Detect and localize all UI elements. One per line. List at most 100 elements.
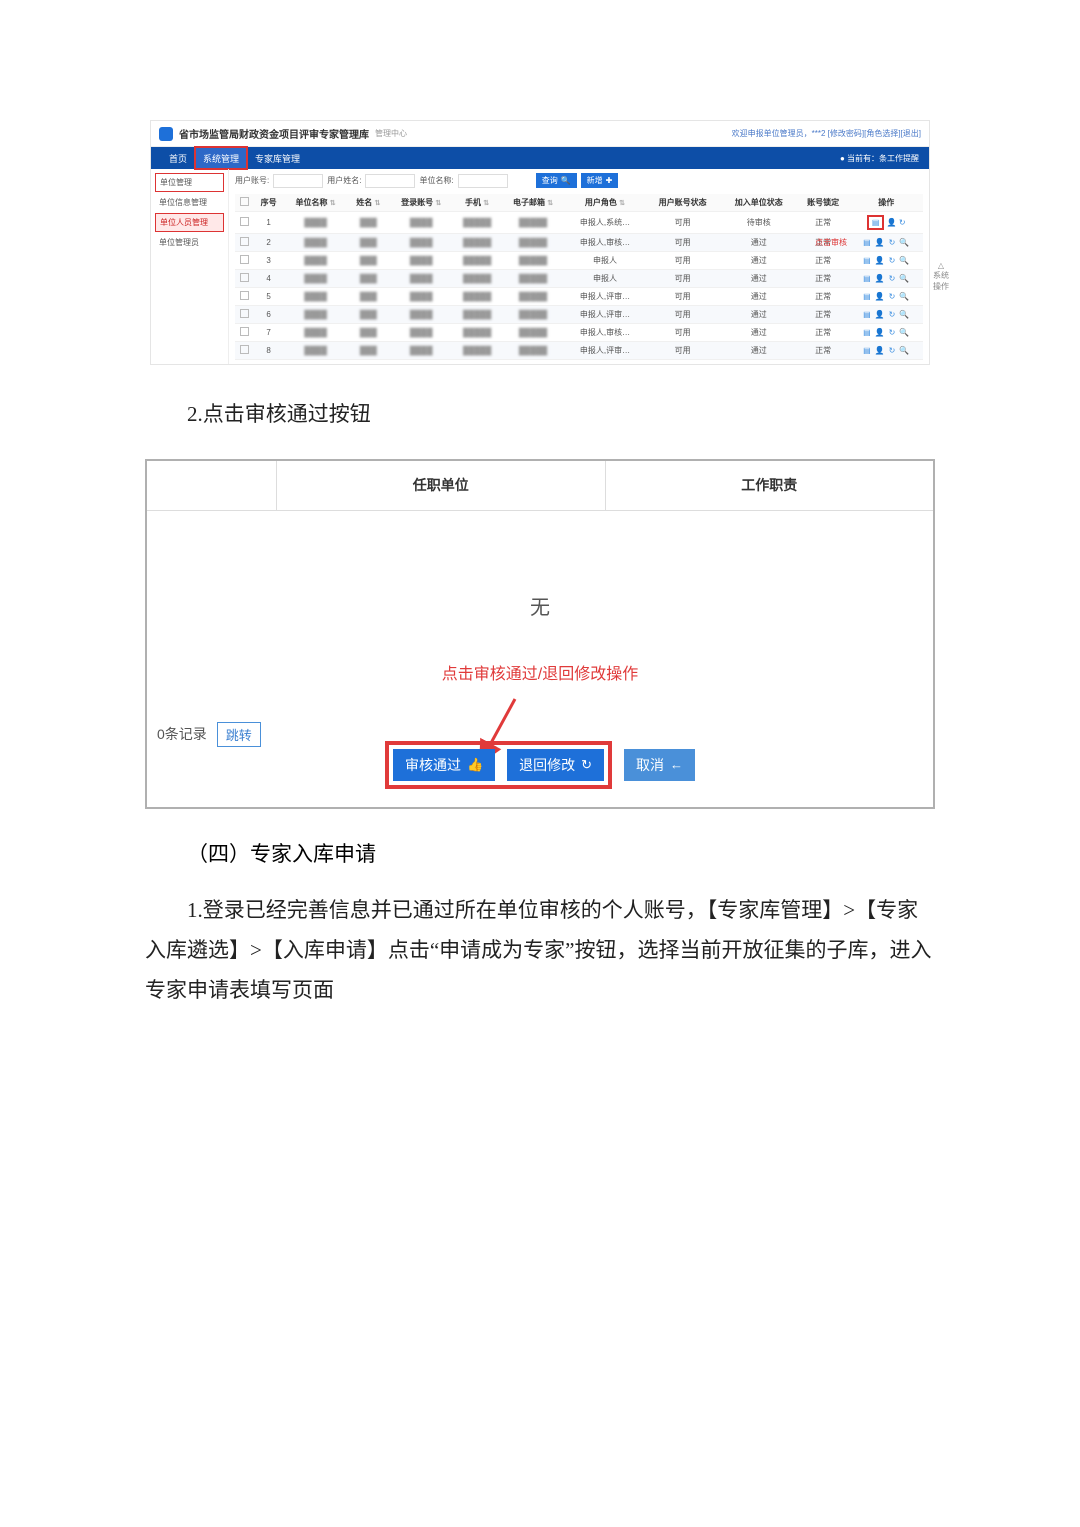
user-icon[interactable]: 👤 [875, 238, 885, 247]
th-email[interactable]: 电子邮箱 ⇅ [501, 194, 566, 212]
reset-icon[interactable]: ↻ [889, 310, 896, 319]
screenshot-admin-list: 省市场监管局财政资金项目评审专家管理库 管理中心 欢迎申报单位管理员，***2 … [150, 120, 930, 365]
filter-unit-input[interactable] [458, 174, 508, 188]
sort-icon[interactable]: ⇅ [330, 200, 336, 207]
nav-tab-expert[interactable]: 专家库管理 [247, 147, 308, 169]
reset-icon[interactable]: ↻ [889, 292, 896, 301]
view-icon[interactable]: 🔍 [899, 238, 909, 247]
th-account[interactable]: 登录账号 ⇅ [389, 194, 454, 212]
sort-icon[interactable]: ⇅ [547, 200, 553, 207]
row-checkbox[interactable] [235, 342, 254, 360]
search-icon: 🔍 [561, 176, 571, 185]
doc-icon[interactable]: ▤ [863, 256, 871, 265]
cell-phone: █████ [453, 306, 500, 324]
th-phone[interactable]: 手机 ⇅ [453, 194, 500, 212]
th-unit[interactable]: 单位名称 ⇅ [283, 194, 348, 212]
cancel-button[interactable]: 取消← [624, 749, 695, 781]
cell-lock: 正常 [797, 324, 850, 342]
th-ustatus: 用户账号状态 [645, 194, 721, 212]
cell-role: 申报人,审核… [565, 324, 644, 342]
row-checkbox[interactable] [235, 234, 254, 252]
filter-name-input[interactable] [365, 174, 415, 188]
doc-icon[interactable]: ▤ [863, 274, 871, 283]
view-icon[interactable]: 🔍 [899, 256, 909, 265]
cell-role: 申报人 [565, 270, 644, 288]
reset-icon[interactable]: ↻ [889, 274, 896, 283]
user-icon[interactable]: 👤 [875, 256, 885, 265]
audit-hint-label: 点击审核 [815, 237, 847, 248]
cell-unit: ████ [283, 252, 348, 270]
doc-icon[interactable]: ▤ [863, 310, 871, 319]
cell-lock: 正常 [797, 342, 850, 360]
row-checkbox[interactable] [235, 212, 254, 234]
reset-icon[interactable]: ↻ [889, 346, 896, 355]
user-icon[interactable]: 👤 [875, 328, 885, 337]
doc-icon[interactable]: ▤ [863, 238, 871, 247]
cell-ustatus: 可用 [645, 212, 721, 234]
th-name[interactable]: 姓名 ⇅ [348, 194, 389, 212]
reset-icon[interactable]: ↻ [889, 256, 896, 265]
doc-icon[interactable]: ▤ [872, 218, 880, 227]
th-checkbox[interactable] [235, 194, 254, 212]
approve-button[interactable]: 审核通过👍 [393, 749, 495, 781]
th-role[interactable]: 用户角色 ⇅ [565, 194, 644, 212]
search-button[interactable]: 查询🔍 [536, 173, 577, 188]
cell-index: 4 [254, 270, 283, 288]
sidebar-item-unit-staff[interactable]: 单位人员管理 [155, 213, 224, 232]
reset-icon[interactable]: ↻ [889, 328, 896, 337]
cell-role: 申报人,评审… [565, 306, 644, 324]
work-reminder[interactable]: ● 当前有：条工作提醒 [840, 153, 919, 164]
cell-email: █████ [501, 288, 566, 306]
cell-ops: ▤ 👤 ↻🔍 [849, 234, 923, 252]
cell-jstatus: 通过 [721, 234, 797, 252]
cell-unit: ████ [283, 306, 348, 324]
filter-account-input[interactable] [273, 174, 323, 188]
view-icon[interactable]: 🔍 [899, 310, 909, 319]
return-button[interactable]: 退回修改↻ [507, 749, 604, 781]
sidebar-item-unit-info[interactable]: 单位信息管理 [155, 194, 224, 211]
cell-unit: ████ [283, 342, 348, 360]
audit-action-highlight[interactable]: ▤ [867, 215, 885, 230]
view-icon[interactable]: 🔍 [899, 346, 909, 355]
nav-tab-home[interactable]: 首页 [161, 147, 195, 169]
cell-jstatus: 通过 [721, 324, 797, 342]
cell-ustatus: 可用 [645, 270, 721, 288]
plus-icon: ✚ [606, 176, 613, 185]
sort-icon[interactable]: ⇅ [619, 200, 625, 207]
row-checkbox[interactable] [235, 306, 254, 324]
view-icon[interactable]: 🔍 [899, 274, 909, 283]
sort-icon[interactable]: ⇅ [483, 200, 489, 207]
cell-unit: ████ [283, 212, 348, 234]
row-checkbox[interactable] [235, 288, 254, 306]
highlight-box: 审核通过👍 退回修改↻ [385, 741, 612, 789]
row-checkbox[interactable] [235, 252, 254, 270]
reset-icon[interactable]: ↻ [899, 218, 906, 227]
cell-name: ███ [348, 288, 389, 306]
cell-ustatus: 可用 [645, 288, 721, 306]
row-checkbox[interactable] [235, 270, 254, 288]
user-icon[interactable]: 👤 [887, 218, 897, 227]
doc-icon[interactable]: ▤ [863, 346, 871, 355]
user-icon[interactable]: 👤 [875, 292, 885, 301]
doc-icon[interactable]: ▤ [863, 292, 871, 301]
view-icon[interactable]: 🔍 [899, 292, 909, 301]
cell-name: ███ [348, 212, 389, 234]
doc-icon[interactable]: ▤ [863, 328, 871, 337]
cell-ops: ▤ 👤 ↻ [849, 212, 923, 234]
sort-icon[interactable]: ⇅ [435, 200, 441, 207]
table-row: 4█████████████████████申报人可用通过正常▤👤↻🔍 [235, 270, 923, 288]
user-icon[interactable]: 👤 [875, 346, 885, 355]
cell-ops: ▤ 👤 ↻🔍 [849, 306, 923, 324]
user-icon[interactable]: 👤 [875, 274, 885, 283]
nav-tab-system[interactable]: 系统管理 [195, 147, 247, 169]
user-icon[interactable]: 👤 [875, 310, 885, 319]
reset-icon[interactable]: ↻ [889, 238, 896, 247]
sidebar-item-unit-admin[interactable]: 单位管理员 [155, 234, 224, 251]
view-icon[interactable]: 🔍 [899, 328, 909, 337]
add-button[interactable]: 新增✚ [581, 173, 619, 188]
sidebar-item-unit-manage[interactable]: 单位管理 [155, 173, 224, 192]
right-side-tab[interactable]: △ 系统操作 [931, 261, 951, 292]
row-checkbox[interactable] [235, 324, 254, 342]
table-row: 5█████████████████████申报人,评审…可用通过正常▤👤↻🔍 [235, 288, 923, 306]
sort-icon[interactable]: ⇅ [375, 200, 381, 207]
